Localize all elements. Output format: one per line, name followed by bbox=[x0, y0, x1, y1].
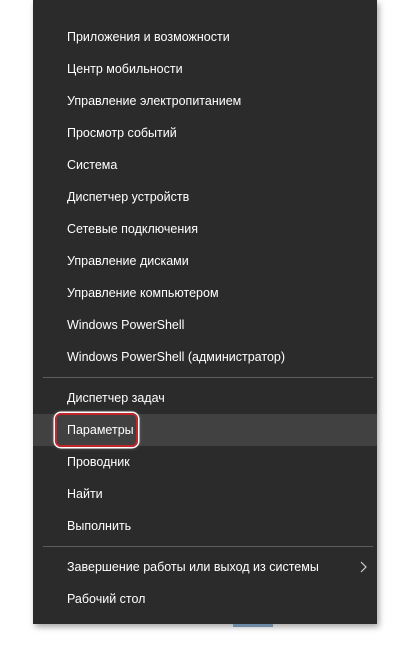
menu-item-disk-management[interactable]: Управление дисками bbox=[33, 245, 377, 277]
menu-item-label: Приложения и возможности bbox=[67, 30, 230, 44]
menu-item-label: Выполнить bbox=[67, 519, 132, 533]
menu-item-label: Управление дисками bbox=[67, 254, 189, 268]
winx-context-menu: Приложения и возможности Центр мобильнос… bbox=[33, 0, 377, 624]
menu-item-label: Сетевые подключения bbox=[67, 222, 199, 236]
menu-item-label: Найти bbox=[67, 487, 103, 501]
menu-item-label: Проводник bbox=[67, 455, 130, 469]
menu-separator bbox=[43, 377, 373, 378]
menu-item-label: Рабочий стол bbox=[67, 592, 146, 606]
menu-item-label: Windows PowerShell bbox=[67, 318, 185, 332]
menu-item-desktop[interactable]: Рабочий стол bbox=[33, 583, 377, 615]
menu-item-device-manager[interactable]: Диспетчер устройств bbox=[33, 181, 377, 213]
menu-item-label: Управление электропитанием bbox=[67, 94, 242, 108]
menu-item-powershell[interactable]: Windows PowerShell bbox=[33, 309, 377, 341]
menu-item-label: Завершение работы или выход из системы bbox=[67, 560, 319, 574]
menu-item-file-explorer[interactable]: Проводник bbox=[33, 446, 377, 478]
menu-item-search[interactable]: Найти bbox=[33, 478, 377, 510]
menu-item-label: Просмотр событий bbox=[67, 126, 177, 140]
menu-item-power-options[interactable]: Управление электропитанием bbox=[33, 85, 377, 117]
menu-item-label: Диспетчер устройств bbox=[67, 190, 190, 204]
menu-item-shutdown-or-sign-out[interactable]: Завершение работы или выход из системы bbox=[33, 551, 377, 583]
menu-item-label: Windows PowerShell (администратор) bbox=[67, 350, 286, 364]
menu-item-label: Диспетчер задач bbox=[67, 391, 165, 405]
menu-item-label: Центр мобильности bbox=[67, 62, 183, 76]
menu-item-label: Управление компьютером bbox=[67, 286, 219, 300]
menu-item-task-manager[interactable]: Диспетчер задач bbox=[33, 382, 377, 414]
menu-item-mobility-center[interactable]: Центр мобильности bbox=[33, 53, 377, 85]
settings-highlight-frame bbox=[55, 413, 138, 447]
menu-item-computer-management[interactable]: Управление компьютером bbox=[33, 277, 377, 309]
taskbar-edge bbox=[233, 624, 273, 627]
menu-item-network-connections[interactable]: Сетевые подключения bbox=[33, 213, 377, 245]
chevron-right-icon bbox=[360, 561, 367, 573]
menu-item-run[interactable]: Выполнить bbox=[33, 510, 377, 542]
menu-item-powershell-admin[interactable]: Windows PowerShell (администратор) bbox=[33, 341, 377, 373]
menu-item-apps-and-features[interactable]: Приложения и возможности bbox=[33, 21, 377, 53]
menu-separator bbox=[43, 546, 373, 547]
menu-item-system[interactable]: Система bbox=[33, 149, 377, 181]
menu-item-label: Система bbox=[67, 158, 118, 172]
menu-item-event-viewer[interactable]: Просмотр событий bbox=[33, 117, 377, 149]
